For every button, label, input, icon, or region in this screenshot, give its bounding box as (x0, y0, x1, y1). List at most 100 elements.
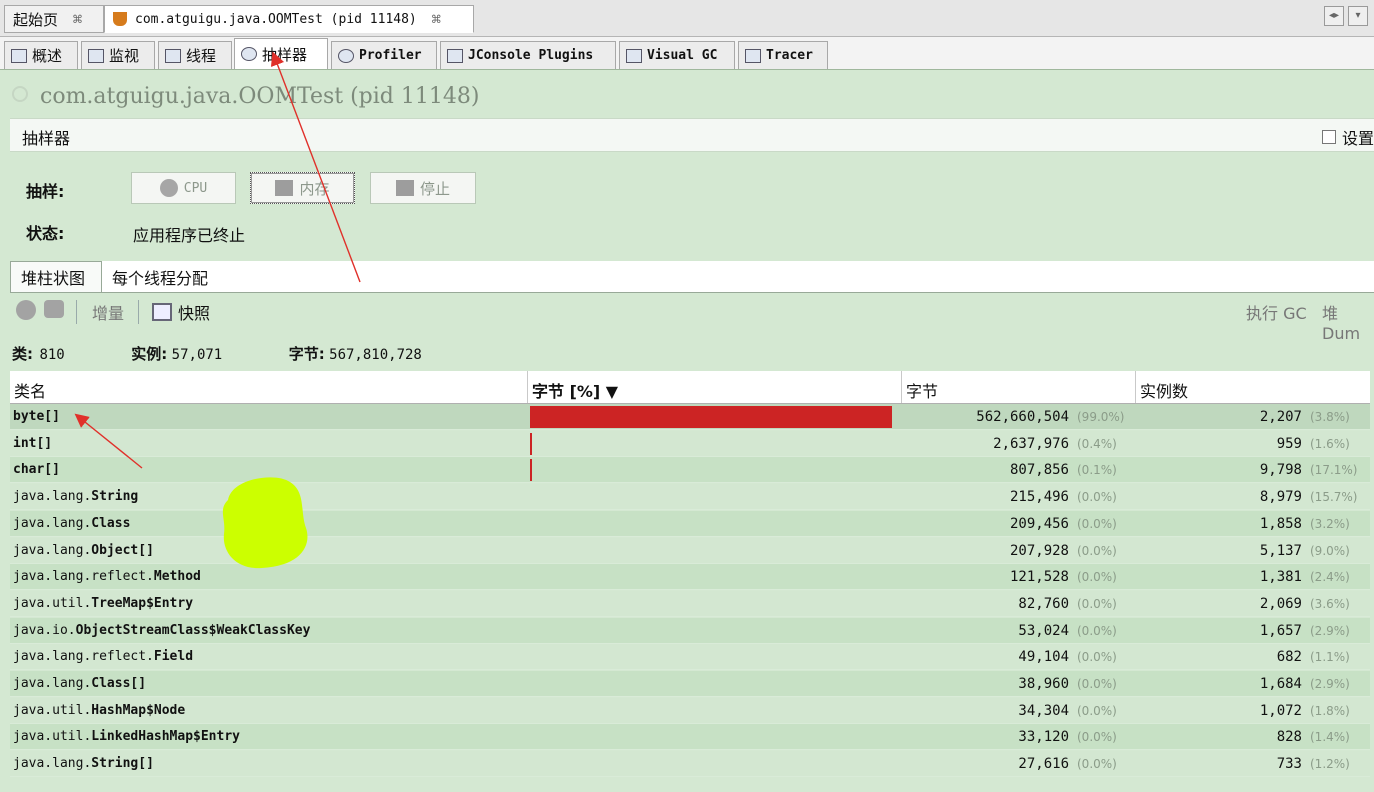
instances-cell: 1,657 (2.9%) (1138, 618, 1368, 644)
class-name: Class[] (91, 676, 147, 691)
cpu-sample-button[interactable]: CPU (131, 172, 236, 204)
table-row[interactable]: java.lang.reflect.Field 49,104 (0.0%) 682 (1… (10, 644, 1370, 671)
table-row[interactable]: byte[] 562,660,504 (99.0%) 2,207 (3.8%) (10, 404, 1370, 430)
table-row[interactable]: java.util.HashMap$Node 34,304 (0.0%) 1,072 (… (10, 697, 1370, 724)
close-icon[interactable]: ⌘ (431, 13, 442, 26)
visual-gc-icon (626, 48, 642, 63)
package-name: java.lang. (13, 515, 92, 531)
instances-percent-text: (3.8%) (1310, 410, 1350, 424)
class-name-cell: java.io.ObjectStreamClass$WeakClassKey (13, 618, 310, 644)
settings-checkbox[interactable]: 设置 (1321, 125, 1374, 149)
tab-oomtest-process[interactable]: com.atguigu.java.OOMTest (pid 11148) ⌘ (104, 5, 474, 33)
tab-label: 起始页 (13, 10, 59, 29)
bytes-percent-cell (530, 484, 900, 510)
column-instances[interactable]: 实例数 (1136, 371, 1370, 403)
instances-percent-text: (1.8%) (1310, 703, 1350, 718)
sampler-section-header: 抽样器 设置 (10, 118, 1374, 152)
package-name: java.lang. (13, 676, 92, 691)
chevron-down-icon[interactable]: ▾ (1348, 6, 1368, 26)
heap-dump-button[interactable]: 堆 Dum (1322, 300, 1374, 343)
table-row[interactable]: char[] 807,856 (0.1%) 9,798 (17.1%) (10, 457, 1370, 484)
class-name: Class (91, 515, 131, 531)
bytes-cell: 207,928 (0.0%) (903, 538, 1135, 564)
snapshot-button[interactable]: 快照 (152, 300, 210, 324)
package-name: java.lang.reflect. (13, 649, 154, 665)
tab-jconsole-plugins[interactable]: JConsole Plugins (440, 41, 616, 69)
package-name: java.lang. (13, 756, 92, 772)
instances-cell: 1,381 (2.4%) (1138, 564, 1368, 590)
stop-label: 停止 (419, 179, 450, 198)
perform-gc-button[interactable]: 执行 GC (1246, 300, 1307, 324)
threads-icon (165, 48, 181, 63)
column-class-name[interactable]: 类名 (10, 371, 528, 403)
table-row[interactable]: java.lang.Class[] 38,960 (0.0%) 1,684 (2.9%) (10, 671, 1370, 697)
class-name-cell: java.lang.Class[] (13, 671, 146, 697)
pause-button[interactable] (16, 300, 36, 320)
instances-value: 1,657 (1259, 622, 1302, 639)
tracer-icon (745, 48, 761, 63)
table-row[interactable]: java.lang.Class 209,456 (0.0%) 1,858 (3.2%) (10, 510, 1370, 537)
scroll-left-icon[interactable]: ◂▸ (1324, 6, 1344, 26)
delta-button[interactable]: 增量 (92, 300, 124, 324)
bytes-value: 2,637,976 (993, 435, 1069, 452)
bytes-cell: 215,496 (0.0%) (903, 484, 1135, 510)
memory-sample-button[interactable]: 内存 (250, 172, 355, 204)
class-name: char[] (13, 462, 60, 478)
tab-sampler[interactable]: 抽样器 (234, 38, 328, 69)
table-row[interactable]: java.lang.String[] 27,616 (0.0%) 733 (1.2%) (10, 751, 1370, 778)
bytes-percent-text: (0.0%) (1077, 730, 1117, 745)
bytes-count: 567,810,728 (329, 347, 422, 363)
table-row[interactable]: java.util.LinkedHashMap$Entry 33,120 (0.0%… (10, 724, 1370, 751)
stop-button[interactable]: 停止 (370, 172, 476, 204)
package-name: java.util. (13, 595, 92, 611)
table-row[interactable]: int[] 2,637,976 (0.4%) 959 (1.6%) (10, 430, 1370, 457)
instances-value: 1,684 (1259, 676, 1302, 692)
tab-start-page[interactable]: 起始页 ⌘ (4, 5, 104, 33)
toolbar-divider (76, 300, 77, 324)
tab-threads[interactable]: 线程 (158, 41, 232, 69)
instances-value: 1,858 (1259, 515, 1302, 532)
instances-value: 2,069 (1259, 595, 1302, 612)
table-row[interactable]: java.io.ObjectStreamClass$WeakClassKey 53… (10, 617, 1370, 644)
sampling-label: 抽样: (26, 182, 65, 201)
tab-overview[interactable]: 概述 (4, 41, 78, 69)
instances-cell: 1,684 (2.9%) (1138, 671, 1368, 697)
table-row[interactable]: java.lang.Object[] 207,928 (0.0%) 5,137 (9.0… (10, 537, 1370, 564)
pause-icon (16, 300, 36, 320)
class-name: HashMap$Node (91, 702, 186, 718)
snapshot-label: 快照 (178, 304, 211, 323)
column-bytes-percent[interactable]: 字节 [%] ▼ (528, 371, 902, 403)
column-bytes[interactable]: 字节 (902, 371, 1136, 403)
bytes-percent-text: (0.0%) (1077, 596, 1117, 611)
class-name: ObjectStreamClass$WeakClassKey (75, 622, 311, 638)
instances-value: 1,381 (1259, 569, 1302, 586)
tab-per-thread-allocation[interactable]: 每个线程分配 (102, 261, 232, 292)
class-name: String (91, 489, 139, 505)
close-icon[interactable]: ⌘ (72, 13, 83, 26)
table-row[interactable]: java.lang.reflect.Method 121,528 (0.0%) 1,3… (10, 564, 1370, 591)
refresh-button[interactable] (44, 300, 64, 318)
bytes-percent-cell (530, 644, 900, 670)
bytes-percent-cell (530, 618, 900, 644)
tab-monitor[interactable]: 监视 (81, 41, 155, 69)
checkbox-icon[interactable] (1321, 130, 1336, 144)
classes-label: 类: (12, 345, 33, 363)
tab-profiler[interactable]: Profiler (331, 41, 437, 69)
instances-percent-text: (15.7%) (1310, 490, 1358, 505)
tab-heap-histogram[interactable]: 堆柱状图 (10, 261, 102, 292)
table-row[interactable]: java.util.TreeMap$Entry 82,760 (0.0%) 2,069… (10, 590, 1370, 617)
instances-cell: 682 (1.1%) (1138, 644, 1368, 670)
instances-cell: 1,858 (3.2%) (1138, 511, 1368, 537)
tab-tracer[interactable]: Tracer (738, 41, 828, 69)
profiler-icon (338, 48, 354, 63)
bytes-percent-cell (530, 457, 900, 483)
tab-visual-gc[interactable]: Visual GC (619, 41, 735, 69)
overview-icon (11, 48, 27, 63)
table-row[interactable]: java.lang.String 215,496 (0.0%) 8,979 (15.7%… (10, 484, 1370, 511)
bytes-percent-text: (0.1%) (1077, 463, 1117, 478)
monitor-icon (88, 48, 104, 63)
instances-cell: 959 (1.6%) (1138, 431, 1368, 457)
bytes-percent-bar (530, 459, 532, 482)
class-name-cell: int[] (13, 431, 52, 457)
class-name: int[] (13, 435, 53, 451)
